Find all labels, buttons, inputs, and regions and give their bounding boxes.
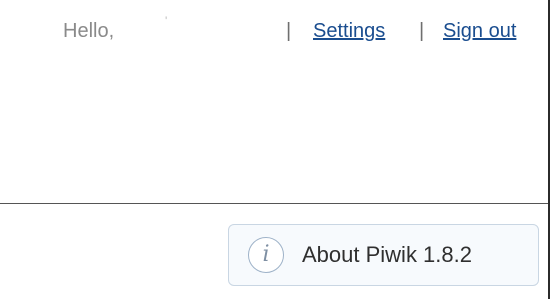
- separator: |: [286, 20, 292, 42]
- about-piwik-button[interactable]: i About Piwik 1.8.2: [228, 224, 539, 286]
- username-text: ': [165, 14, 168, 28]
- about-label: About Piwik 1.8.2: [302, 242, 472, 267]
- separator: |: [419, 20, 425, 42]
- horizontal-divider: [0, 203, 548, 204]
- sign-out-link[interactable]: Sign out: [443, 20, 516, 43]
- greeting-text: Hello,: [63, 20, 115, 42]
- info-icon: i: [248, 237, 284, 273]
- top-user-bar: Hello, ' | Settings | Sign out: [0, 14, 548, 46]
- settings-link[interactable]: Settings: [313, 20, 385, 43]
- page: Hello, ' | Settings | Sign out i About P…: [0, 0, 550, 299]
